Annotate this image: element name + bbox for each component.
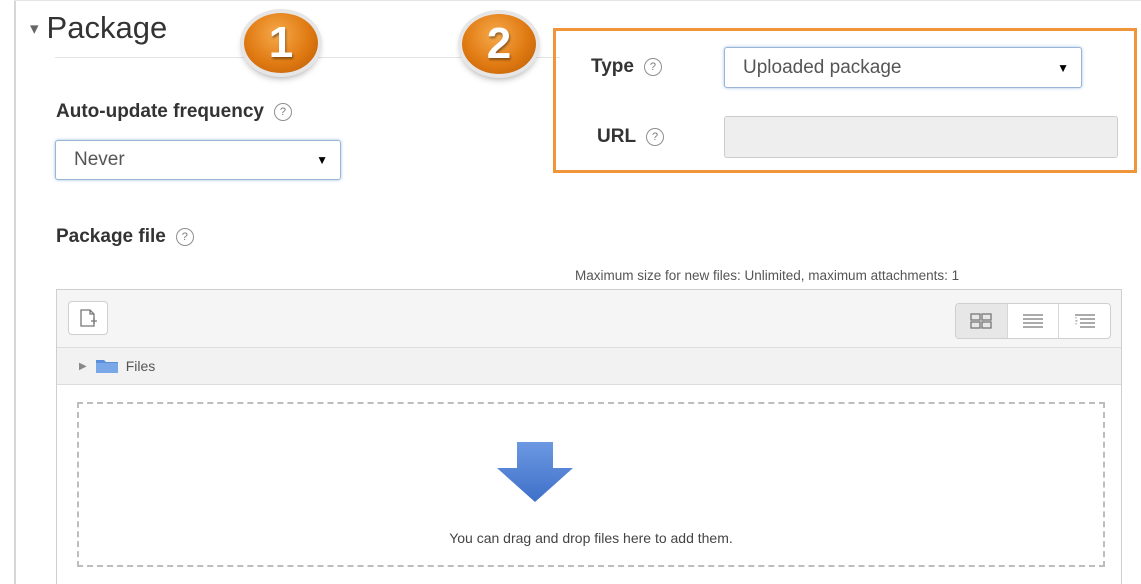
type-value: Uploaded package: [743, 56, 902, 78]
collapse-caret-icon[interactable]: ▾: [30, 20, 39, 37]
expand-caret-icon[interactable]: ▶: [79, 361, 87, 372]
package-file-label: Package file: [56, 226, 166, 247]
help-icon[interactable]: ?: [646, 128, 665, 146]
step-badge-1: 1: [244, 13, 318, 73]
list-view-icon: [1023, 314, 1043, 328]
drop-zone[interactable]: You can drag and drop files here to add …: [77, 402, 1105, 567]
dropdown-arrow-icon: ▼: [1057, 60, 1069, 75]
form-left-border: [14, 0, 16, 584]
file-picker-toolbar: [57, 290, 1121, 348]
view-icons-button[interactable]: [956, 304, 1007, 338]
section-title[interactable]: Package: [47, 10, 168, 46]
url-input[interactable]: [724, 116, 1118, 158]
type-label: Type: [591, 56, 634, 77]
help-icon[interactable]: ?: [643, 58, 662, 76]
view-tree-button[interactable]: [1058, 304, 1110, 338]
auto-update-label: Auto-update frequency: [56, 101, 264, 122]
tree-view-icon: [1074, 314, 1095, 328]
url-label: URL: [597, 126, 637, 147]
url-label-row: URL ?: [597, 126, 665, 148]
drop-instructions: You can drag and drop files here to add …: [449, 530, 733, 546]
view-details-button[interactable]: [1006, 304, 1059, 338]
type-select[interactable]: Uploaded package ▼: [724, 47, 1082, 88]
help-icon[interactable]: ?: [175, 228, 194, 246]
file-picker: ▶ Files You can drag and drop files here…: [56, 289, 1122, 584]
help-icon[interactable]: ?: [273, 103, 292, 121]
step-badge-2: 2: [462, 14, 536, 74]
dropdown-arrow-icon: ▼: [316, 153, 328, 167]
folder-icon: [95, 360, 118, 373]
type-label-row: Type ?: [591, 56, 662, 78]
section-header-package[interactable]: ▾ Package: [30, 10, 167, 46]
grid-view-icon: [970, 313, 992, 329]
auto-update-select[interactable]: Never ▼: [55, 140, 341, 180]
file-add-icon: [80, 309, 97, 327]
max-size-note: Maximum size for new files: Unlimited, m…: [575, 268, 960, 283]
form-top-border: [14, 0, 1141, 1]
package-file-label-row: Package file ?: [56, 226, 194, 248]
down-arrow-icon: [497, 442, 573, 502]
view-mode-group: [955, 303, 1111, 339]
auto-update-label-row: Auto-update frequency ?: [56, 101, 292, 123]
file-path-bar: ▶ Files: [57, 348, 1121, 385]
folder-label[interactable]: Files: [126, 358, 156, 374]
add-file-button[interactable]: [68, 301, 108, 335]
auto-update-value: Never: [74, 149, 125, 170]
